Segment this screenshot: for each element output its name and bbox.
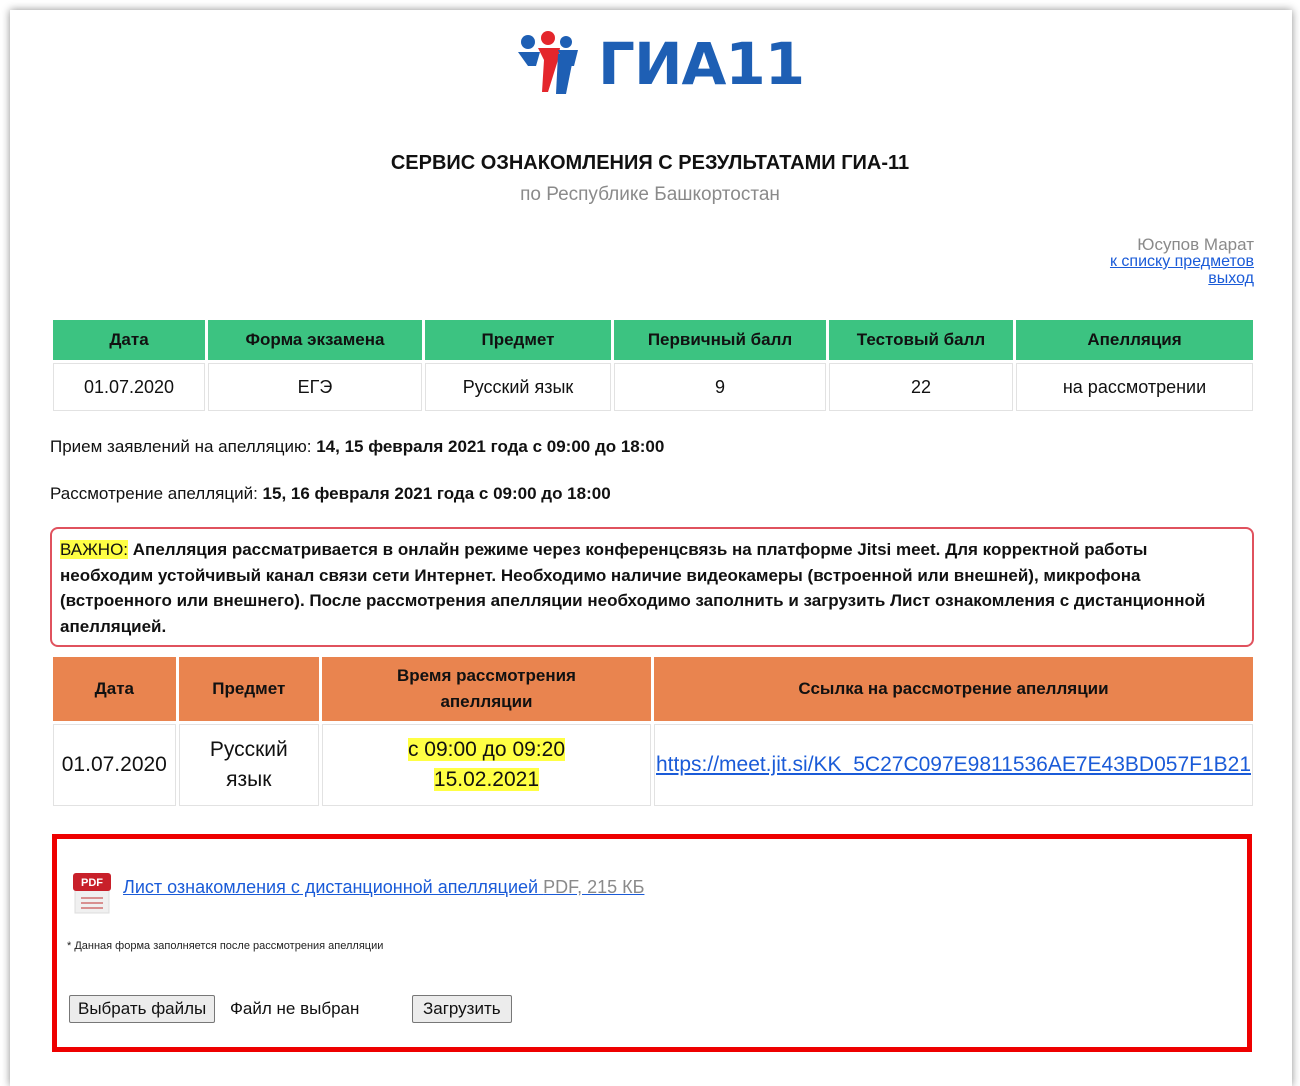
gia-people-logo-icon: [518, 31, 578, 94]
appeal-header-subject: Предмет: [178, 657, 319, 721]
doc-download-link[interactable]: Лист ознакомления с дистанционной апелля…: [123, 877, 538, 897]
appeal-cell-link: https://meet.jit.si/KK_5C27C097E9811536A…: [654, 724, 1253, 806]
important-text: Апелляция рассматривается в онлайн режим…: [60, 540, 1206, 636]
appeal-header-date: Дата: [53, 657, 176, 721]
results-cell-primary: 9: [614, 363, 826, 411]
doc-meta: PDF, 215 КБ: [543, 877, 645, 897]
upload-section: PDF Лист ознакомления с дистанционной ап…: [52, 834, 1252, 1052]
applications-value: 14, 15 февраля 2021 года с 09:00 до 18:0…: [316, 437, 665, 456]
page-title: СЕРВИС ОЗНАКОМЛЕНИЯ С РЕЗУЛЬТАТАМИ ГИА-1…: [390, 152, 910, 174]
user-block: Юсупов Марат к списку предметов выход: [1110, 236, 1254, 287]
file-status: Файл не выбран: [230, 999, 360, 1018]
logo-text: ГИА11: [598, 30, 805, 98]
pdf-file-icon: PDF: [73, 873, 111, 914]
table-row: 01.07.2020 ЕГЭ Русский язык 9 22 на расс…: [53, 363, 1253, 411]
important-notice: ВАЖНО: Апелляция рассматривается в онлай…: [50, 527, 1254, 647]
important-label: ВАЖНО:: [60, 540, 129, 559]
user-name: Юсупов Марат: [1137, 235, 1254, 254]
upload-button[interactable]: Загрузить: [412, 995, 512, 1023]
results-header-primary: Первичный балл: [614, 320, 826, 360]
appeal-header-time: Время рассмотрения апелляции: [321, 657, 651, 721]
appeal-header-link: Ссылка на рассмотрение апелляции: [654, 657, 1253, 721]
page-subtitle: по Республике Башкортостан: [520, 184, 780, 205]
gia-logo: ГИА11: [514, 28, 805, 98]
subjects-list-link[interactable]: к списку предметов: [1110, 253, 1254, 270]
choose-files-button[interactable]: Выбрать файлы: [69, 995, 216, 1023]
results-cell-date: 01.07.2020: [53, 363, 205, 411]
results-header-appeal: Апелляция: [1016, 320, 1253, 360]
results-cell-test: 22: [829, 363, 1013, 411]
pdf-icon-label: PDF: [81, 877, 103, 889]
applications-label: Прием заявлений на апелляцию:: [50, 437, 312, 456]
appeal-cell-subject: Русский язык: [178, 724, 319, 806]
appeal-time-range: с 09:00 до 09:20: [407, 738, 565, 761]
results-header-form: Форма экзамена: [208, 320, 422, 360]
form-note: * Данная форма заполняется после рассмот…: [67, 940, 384, 952]
doc-download-row: Лист ознакомления с дистанционной апелля…: [123, 877, 644, 898]
results-table: Дата Форма экзамена Предмет Первичный ба…: [50, 317, 1256, 414]
results-cell-form: ЕГЭ: [208, 363, 422, 411]
review-label: Рассмотрение апелляций:: [50, 484, 258, 503]
applications-info: Прием заявлений на апелляцию: 14, 15 фев…: [50, 437, 664, 457]
appeal-table: Дата Предмет Время рассмотрения апелляци…: [50, 654, 1256, 809]
results-cell-appeal: на рассмотрении: [1016, 363, 1253, 411]
review-info: Рассмотрение апелляций: 15, 16 февраля 2…: [50, 484, 611, 504]
appeal-cell-time: с 09:00 до 09:20 15.02.2021: [321, 724, 651, 806]
results-header-date: Дата: [53, 320, 205, 360]
results-header-subject: Предмет: [425, 320, 611, 360]
appeal-time-date: 15.02.2021: [433, 768, 540, 791]
appeal-cell-date: 01.07.2020: [53, 724, 176, 806]
appeal-header-row: Дата Предмет Время рассмотрения апелляци…: [53, 657, 1253, 721]
table-row: 01.07.2020 Русский язык с 09:00 до 09:20…: [53, 724, 1253, 806]
logout-link[interactable]: выход: [1110, 270, 1254, 287]
review-value: 15, 16 февраля 2021 года с 09:00 до 18:0…: [262, 484, 611, 503]
meet-link[interactable]: https://meet.jit.si/KK_5C27C097E9811536A…: [656, 753, 1251, 776]
results-header-row: Дата Форма экзамена Предмет Первичный ба…: [53, 320, 1253, 360]
results-header-test: Тестовый балл: [829, 320, 1013, 360]
results-cell-subject: Русский язык: [425, 363, 611, 411]
